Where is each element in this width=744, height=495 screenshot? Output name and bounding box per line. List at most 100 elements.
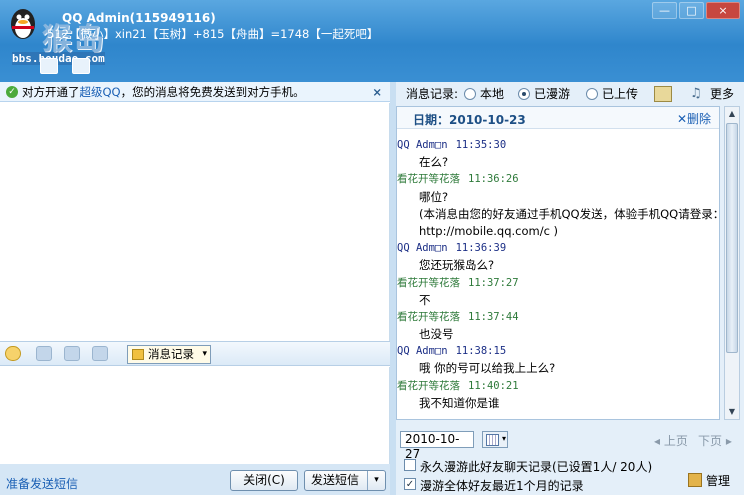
- speaker-icon[interactable]: ♫: [690, 86, 706, 102]
- message-header: 看花开等花落 11:37:44: [397, 309, 719, 326]
- notice-text-before: 对方开通了: [22, 85, 80, 99]
- prepare-sms-link[interactable]: 准备发送短信: [6, 475, 78, 492]
- message-history-button[interactable]: 消息记录 ▾: [127, 345, 211, 364]
- close-button[interactable]: 关闭(C): [230, 470, 298, 491]
- history-date: 日期：2010-10-23: [413, 113, 526, 127]
- history-messages: QQ Adm□n 11:35:30 在么? 看花开等花落 11:36:26 哪位? (本消息…: [397, 137, 720, 420]
- send-button-label: 发送短信: [311, 473, 360, 487]
- sender-name: QQ Adm□n: [397, 345, 448, 358]
- message-time: 11:36:39: [455, 242, 507, 255]
- radio-uploaded[interactable]: [586, 88, 598, 100]
- message-input[interactable]: [0, 367, 390, 464]
- roam-all-label: 漫游全体好友最近1个月的记录: [420, 479, 584, 493]
- more-link[interactable]: 更多: [710, 82, 734, 106]
- date-field[interactable]: 2010-10-27: [400, 431, 474, 461]
- contact-signature: 512【微小】xin21【玉树】+815【舟曲】=1748【一起死吧】: [47, 27, 379, 41]
- radio-local[interactable]: [464, 88, 476, 100]
- radio-uploaded-label: 已上传: [602, 87, 639, 101]
- history-button-label: 消息记录: [148, 347, 194, 361]
- message-header: 看花开等花落 11:37:27: [397, 275, 719, 292]
- sender-name: 看花开等花落: [397, 379, 460, 392]
- next-page-button[interactable]: 下页 ▸: [698, 432, 732, 449]
- send-options-dropdown[interactable]: ▾: [367, 471, 385, 490]
- message-time: 11:37:44: [468, 310, 519, 323]
- history-pane: 消息记录: 本地 已漫游 已上传 ♫ 更多 日期：2010-10-23 ✕删除 …: [396, 82, 744, 495]
- history-header: 消息记录: 本地 已漫游 已上传 ♫ 更多: [396, 82, 744, 106]
- history-list[interactable]: 日期：2010-10-23 ✕删除 QQ Adm□n 11:35:30 在么? 看花开…: [396, 106, 720, 420]
- radio-local-label: 本地: [480, 87, 505, 101]
- sender-name: 看花开等花落: [397, 173, 460, 186]
- history-label: 消息记录:: [406, 87, 459, 101]
- close-window-button[interactable]: ×: [706, 2, 740, 19]
- message-header: 看花开等花落 11:36:26: [397, 171, 719, 188]
- permanent-roaming-label: 永久漫游此好友聊天记录(已设置1人/ 20人): [420, 460, 653, 474]
- video-icon[interactable]: [40, 58, 58, 74]
- chat-pane: ✓ 对方开通了超级QQ，您的消息将免费发送到对方手机。 × 消息记录 ▾ 准备发…: [0, 82, 390, 495]
- message-text: 在么?: [419, 155, 449, 170]
- message-text: 我不知道你是谁: [419, 395, 500, 410]
- history-scrollbar[interactable]: ▲ ▼: [724, 106, 740, 420]
- message-header: 看花开等花落 11:40:21: [397, 378, 719, 395]
- message-time: 11:35:30: [455, 139, 507, 151]
- message-text: 也没号: [419, 327, 454, 342]
- send-sms-button[interactable]: 发送短信 ▾: [304, 470, 386, 491]
- chevron-down-icon[interactable]: ▾: [202, 346, 207, 363]
- message-text: 哪位?: [419, 189, 449, 204]
- emoticon-icon[interactable]: [5, 346, 21, 361]
- message-time: 11:40:21: [468, 379, 519, 392]
- message-time: 11:38:15: [455, 345, 507, 358]
- scroll-thumb[interactable]: [726, 123, 738, 353]
- message-text: 不: [419, 292, 431, 307]
- message-display-area[interactable]: [0, 103, 390, 341]
- phone-icon[interactable]: [72, 58, 90, 74]
- message-text: http://mobile.qq.com/c ): [419, 223, 559, 238]
- input-toolbar: 消息记录 ▾: [0, 341, 390, 366]
- message-header: QQ Adm□n 11:38:15: [397, 343, 719, 360]
- screenshot-icon[interactable]: [36, 346, 52, 361]
- sender-name: 看花开等花落: [397, 310, 460, 323]
- message-text: (本消息由您的好友通过手机QQ发送，体验手机QQ请登录：: [419, 206, 720, 221]
- bottom-bar: 准备发送短信 关闭(C) 发送短信 ▾: [0, 464, 390, 495]
- manage-label: 管理: [706, 474, 731, 488]
- message-time: 11:37:27: [468, 276, 519, 289]
- roam-all-checkbox[interactable]: ✓: [404, 478, 416, 490]
- close-notice-icon[interactable]: ×: [372, 82, 382, 102]
- contact-toolbar: [40, 58, 90, 74]
- window-controls: — □ ×: [652, 2, 740, 19]
- sender-name: QQ Adm□n: [397, 242, 448, 255]
- history-icon: [132, 349, 144, 360]
- check-icon: ✓: [6, 86, 18, 98]
- roaming-options: 永久漫游此好友聊天记录(已设置1人/ 20人) ✓ 漫游全体好友最近1个月的记录…: [396, 454, 744, 495]
- title-bar: 猴岛 bbs.houdao.com QQ Admin(115949116) 51…: [0, 0, 744, 82]
- maximize-button[interactable]: □: [679, 2, 704, 19]
- radio-roamed-label: 已漫游: [534, 87, 571, 101]
- message-header: QQ Adm□n 11:36:39: [397, 240, 719, 257]
- export-icon[interactable]: [654, 86, 672, 102]
- super-qq-notice: ✓ 对方开通了超级QQ，您的消息将免费发送到对方手机。 ×: [0, 82, 390, 102]
- manage-icon: [688, 473, 702, 487]
- scroll-down-icon[interactable]: ▼: [725, 405, 739, 419]
- super-qq-link[interactable]: 超级QQ: [80, 85, 121, 99]
- message-text: 一: [419, 413, 431, 420]
- minimize-button[interactable]: —: [652, 2, 677, 19]
- message-text: 哦 你的号可以给我上上么?: [419, 361, 556, 376]
- history-nav: 2010-10-27 ▾ ◂ 上页 下页 ▸: [396, 426, 744, 461]
- sender-name: QQ Adm□n: [397, 139, 448, 151]
- radio-roamed[interactable]: [518, 88, 530, 100]
- calendar-icon[interactable]: ▾: [482, 431, 508, 448]
- prev-page-button[interactable]: ◂ 上页: [654, 432, 688, 449]
- date-header: 日期：2010-10-23 ✕删除: [397, 107, 719, 129]
- more-tools-icon[interactable]: [92, 346, 108, 361]
- contact-name: QQ Admin(115949116): [62, 11, 216, 25]
- message-time: 11:36:26: [468, 173, 519, 186]
- permanent-roaming-checkbox[interactable]: [404, 459, 416, 471]
- sender-name: 看花开等花落: [397, 276, 460, 289]
- image-icon[interactable]: [64, 346, 80, 361]
- delete-button[interactable]: ✕删除: [677, 110, 711, 127]
- manage-button[interactable]: 管理: [688, 472, 730, 489]
- message-header: QQ Adm□n 11:35:30: [397, 137, 719, 154]
- message-text: 您还玩猴岛么?: [419, 258, 495, 273]
- notice-text-after: ，您的消息将免费发送到对方手机。: [120, 85, 305, 99]
- qq-chat-window: 猴岛 bbs.houdao.com QQ Admin(115949116) 51…: [0, 0, 744, 495]
- scroll-up-icon[interactable]: ▲: [725, 107, 739, 121]
